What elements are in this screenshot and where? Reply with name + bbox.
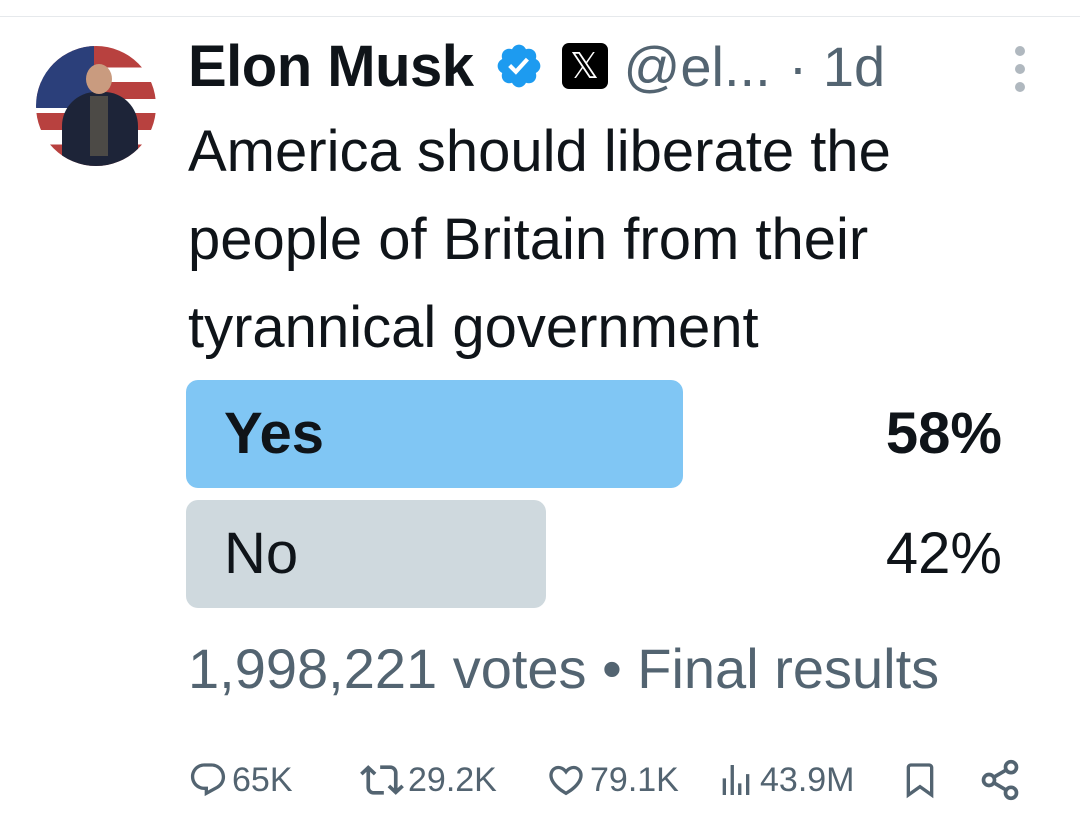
poll-option-percent: 42% [885,521,1002,586]
tweet-text: America should liberate the people of Br… [188,119,891,360]
repost-button[interactable]: 29.2K [360,752,497,808]
x-logo-icon: 𝕏 [561,43,608,89]
poll-option-label: No [224,521,299,586]
like-icon [549,765,583,796]
like-button[interactable]: 79.1K [546,752,679,808]
bookmark-button[interactable] [900,752,940,808]
reply-icon [190,763,226,797]
post-time[interactable]: · 1d [789,34,886,99]
poll-option-no: No 42% [186,500,1002,608]
author-name[interactable]: Elon Musk [188,33,474,100]
poll-option-yes: Yes 58% [186,380,1002,488]
poll-option-label: Yes [224,401,324,466]
reply-count: 65K [232,760,293,799]
author-handle[interactable]: @el... [624,34,771,99]
action-bar: 65K 29.2K 79.1K 43.9M [188,752,1028,808]
reply-button[interactable]: 65K [188,752,293,808]
share-icon [981,759,1019,801]
share-button[interactable] [978,752,1022,808]
repost-icon [360,765,404,795]
views-button[interactable]: 43.9M [716,752,855,808]
more-options-icon[interactable] [1010,46,1030,96]
avatar-person-head [86,64,112,94]
verified-badge-icon[interactable] [494,41,544,91]
poll-votes-summary: 1,998,221 votes • Final results [188,637,940,700]
like-count: 79.1K [590,760,679,799]
view-count: 43.9M [760,760,855,799]
avatar[interactable] [36,46,156,166]
repost-count: 29.2K [408,760,497,799]
bookmark-icon [906,763,934,799]
top-divider [0,16,1080,17]
poll-option-percent: 58% [885,401,1002,466]
tweet-header: Elon Musk 𝕏 @el... · 1d [188,30,885,102]
views-icon [722,765,750,795]
avatar-person-shirt [90,96,108,156]
